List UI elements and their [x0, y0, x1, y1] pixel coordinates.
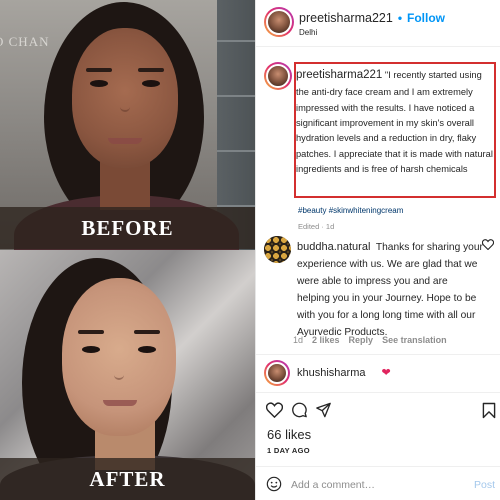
right-brow — [138, 68, 164, 72]
follow-separator: • — [397, 11, 403, 25]
nose — [120, 96, 130, 112]
after-label: AFTER — [89, 466, 166, 491]
emoji-smiley-icon[interactable] — [266, 476, 282, 492]
before-label: BEFORE — [81, 215, 174, 240]
face — [62, 278, 176, 436]
likes-count[interactable]: 66 likes — [267, 427, 311, 442]
commenter-avatar-khushisharma[interactable] — [264, 360, 290, 386]
author-username[interactable]: preetisharma221 — [299, 11, 393, 25]
heart-emoji: ❤ — [381, 367, 391, 379]
comment-bubble-icon[interactable] — [291, 402, 308, 418]
after-label-band: AFTER — [0, 458, 255, 500]
follow-button[interactable]: Follow — [407, 11, 445, 25]
post-date: 1 DAY AGO — [267, 446, 310, 455]
divider — [256, 392, 500, 393]
mouth — [108, 138, 142, 144]
save-bookmark-icon[interactable] — [482, 402, 496, 419]
mouth — [103, 400, 137, 406]
comment-time: 1d — [293, 335, 304, 345]
comment-like-heart-icon[interactable] — [482, 239, 494, 250]
right-eye — [142, 80, 160, 87]
right-brow — [134, 330, 160, 334]
comment: buddha.natural Thanks for sharing your e… — [297, 238, 483, 342]
divider — [256, 354, 500, 355]
left-eye — [90, 80, 108, 87]
caption-hashtags[interactable]: #beauty #skinwhiteningcream — [298, 206, 403, 215]
comment-reply-button[interactable]: Reply — [349, 335, 374, 345]
see-translation-link[interactable]: See translation — [382, 335, 447, 345]
left-eye — [82, 346, 100, 353]
comment-username[interactable]: khushisharma — [297, 367, 365, 379]
comment-username[interactable]: buddha.natural — [297, 241, 370, 253]
nose — [114, 364, 124, 380]
share-send-icon[interactable] — [315, 402, 332, 418]
divider — [256, 466, 500, 467]
post-comment-button[interactable]: Post — [474, 479, 495, 491]
right-eye — [138, 346, 156, 353]
comment-likes[interactable]: 2 likes — [312, 335, 340, 345]
background-sign-text: O CHAN — [0, 34, 50, 49]
like-heart-icon[interactable] — [266, 402, 283, 418]
comment: khushisharma ❤ — [297, 366, 391, 380]
post-side-panel: preetisharma221 • Follow Delhi preetisha… — [255, 0, 500, 500]
caption-edited-time: Edited · 1d — [298, 222, 335, 231]
author-avatar[interactable] — [264, 7, 294, 37]
caption: preetisharma221 "I recently started usin… — [296, 66, 494, 178]
post-header: preetisharma221 • Follow Delhi — [256, 0, 500, 47]
post-location[interactable]: Delhi — [299, 28, 317, 37]
caption-username[interactable]: preetisharma221 — [296, 69, 382, 81]
post-image[interactable]: O CHAN BEFORE AFTER — [0, 0, 255, 500]
caption-text: "I recently started using the anti-dry f… — [296, 70, 493, 175]
comment-meta: 1d 2 likes Reply See translation — [293, 335, 447, 345]
left-brow — [86, 68, 112, 72]
add-comment-input[interactable]: Add a comment… — [291, 479, 375, 491]
caption-avatar[interactable] — [264, 62, 292, 90]
before-label-band: BEFORE — [0, 207, 255, 249]
commenter-avatar-buddha-natural[interactable] — [264, 236, 291, 263]
comment-text: Thanks for sharing your experience with … — [297, 242, 483, 338]
left-brow — [78, 330, 104, 334]
